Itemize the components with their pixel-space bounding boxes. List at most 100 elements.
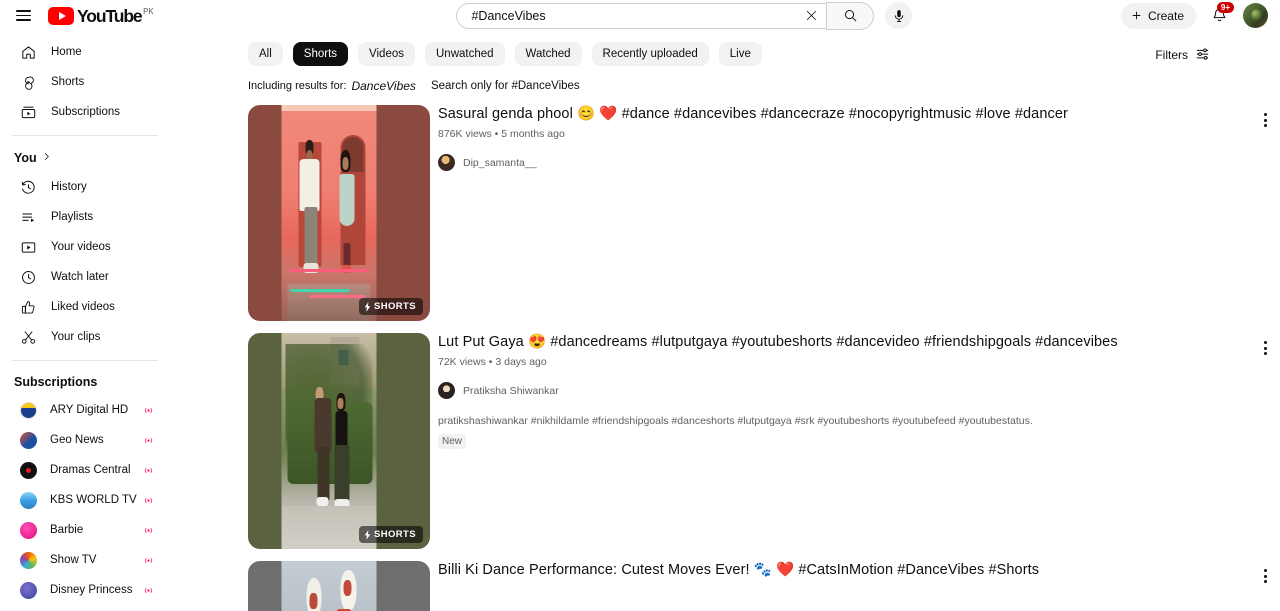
video-thumbnail[interactable] bbox=[248, 561, 430, 611]
home-icon bbox=[20, 44, 42, 61]
video-metadata: Sasural genda phool 😊 ❤️ #dance #dancevi… bbox=[430, 105, 1280, 321]
kebab-menu-icon[interactable] bbox=[1250, 105, 1280, 135]
channel-avatar bbox=[20, 401, 37, 419]
live-broadcast-icon bbox=[143, 585, 154, 596]
sidebar-item-history[interactable]: History bbox=[6, 172, 164, 202]
sidebar-item-shorts[interactable]: Shorts bbox=[6, 67, 164, 97]
sidebar-channel-ary-digital-hd[interactable]: ARY Digital HD bbox=[6, 395, 164, 425]
video-metadata: Lut Put Gaya 😍 #dancedreams #lutputgaya … bbox=[430, 333, 1280, 549]
search-result-item: Billi Ki Dance Performance: Cutest Moves… bbox=[248, 561, 1280, 611]
sidebar-item-your-videos[interactable]: Your videos bbox=[6, 232, 164, 262]
masthead: YouTube PK #DanceVibes Create 9+ bbox=[0, 0, 1280, 31]
shorts-badge: SHORTS bbox=[359, 298, 423, 315]
shorts-bolt-icon bbox=[364, 301, 371, 312]
video-title[interactable]: Sasural genda phool 😊 ❤️ #dance #dancevi… bbox=[438, 105, 1244, 124]
search-box[interactable] bbox=[456, 2, 827, 29]
subscriptions-icon bbox=[20, 104, 42, 121]
sidebar-channel-barbie[interactable]: Barbie bbox=[6, 515, 164, 545]
channel-name: Dip_samanta__ bbox=[463, 156, 537, 169]
sidebar-channel-show-tv[interactable]: Show TV bbox=[6, 545, 164, 575]
play-triangle-icon bbox=[48, 6, 74, 25]
sidebar-item-liked-videos[interactable]: Liked videos bbox=[6, 292, 164, 322]
video-title[interactable]: Lut Put Gaya 😍 #dancedreams #lutputgaya … bbox=[438, 333, 1244, 352]
kebab-menu-icon[interactable] bbox=[1250, 561, 1280, 591]
shorts-bolt-icon bbox=[364, 529, 371, 540]
chip-recently-uploaded[interactable]: Recently uploaded bbox=[591, 42, 709, 66]
filters-button[interactable]: Filters bbox=[1155, 43, 1210, 67]
playlists-icon bbox=[20, 209, 42, 226]
kebab-menu-icon[interactable] bbox=[1250, 333, 1280, 363]
search-submit-button[interactable] bbox=[826, 1, 875, 30]
sidebar-channel-disney-princess[interactable]: Disney Princess bbox=[6, 575, 164, 605]
clock-icon bbox=[20, 269, 42, 286]
chevron-right-icon bbox=[41, 151, 52, 165]
sidebar-channel-dramas-central[interactable]: Dramas Central bbox=[6, 455, 164, 485]
shorts-badge-label: SHORTS bbox=[374, 529, 416, 540]
chip-shorts[interactable]: Shorts bbox=[292, 42, 349, 66]
filter-sliders-icon bbox=[1195, 46, 1210, 64]
new-badge: New bbox=[438, 434, 467, 449]
search-only-for-link[interactable]: Search only for #DanceVibes bbox=[431, 80, 580, 92]
channel-name: Show TV bbox=[50, 554, 97, 566]
masthead-left: YouTube PK bbox=[0, 1, 248, 31]
live-broadcast-icon bbox=[143, 555, 154, 566]
shorts-badge: SHORTS bbox=[359, 526, 423, 543]
thumbs-up-icon bbox=[20, 299, 42, 316]
sidebar-item-label: Subscriptions bbox=[51, 106, 121, 118]
sidebar-item-label: Your videos bbox=[51, 241, 111, 253]
notification-count-badge: 9+ bbox=[1216, 2, 1234, 13]
sidebar-divider-2 bbox=[12, 360, 158, 361]
create-button[interactable]: Create bbox=[1120, 2, 1196, 29]
sidebar-item-watch-later[interactable]: Watch later bbox=[6, 262, 164, 292]
voice-search-button[interactable] bbox=[885, 2, 913, 29]
sidebar[interactable]: Home Shorts Subscriptions You History Pl… bbox=[0, 31, 170, 611]
channel-avatar bbox=[438, 154, 455, 171]
close-icon[interactable] bbox=[800, 5, 822, 27]
video-title[interactable]: Billi Ki Dance Performance: Cutest Moves… bbox=[438, 561, 1244, 580]
chip-live[interactable]: Live bbox=[718, 42, 762, 66]
chip-watched[interactable]: Watched bbox=[514, 42, 582, 66]
correction-prefix: Including results for: bbox=[248, 80, 347, 92]
masthead-right: Create 9+ bbox=[1120, 2, 1280, 29]
search-bar bbox=[456, 1, 875, 30]
sidebar-channel-kbs-world-tv[interactable]: KBS WORLD TV bbox=[6, 485, 164, 515]
youtube-logo[interactable]: YouTube PK bbox=[48, 5, 154, 26]
chip-videos[interactable]: Videos bbox=[358, 42, 415, 66]
channel-name: Pratiksha Shiwankar bbox=[463, 384, 559, 397]
channel-row[interactable]: Pratiksha Shiwankar bbox=[438, 382, 1244, 399]
channel-row[interactable]: Dip_samanta__ bbox=[438, 154, 1244, 171]
shorts-badge-label: SHORTS bbox=[374, 301, 416, 312]
masthead-center bbox=[248, 1, 1121, 30]
chip-all[interactable]: All bbox=[248, 42, 283, 66]
sidebar-item-label: Home bbox=[51, 46, 82, 58]
video-description: pratikshashiwankar #nikhildamle #friends… bbox=[438, 415, 1033, 427]
sidebar-item-your-clips[interactable]: Your clips bbox=[6, 322, 164, 352]
filter-chip-bar: All Shorts Videos Unwatched Watched Rece… bbox=[170, 31, 1280, 75]
sidebar-item-subscriptions[interactable]: Subscriptions bbox=[6, 97, 164, 127]
video-thumbnail[interactable]: SHORTS bbox=[248, 333, 430, 549]
avatar[interactable] bbox=[1243, 3, 1268, 28]
sidebar-section-subscriptions-title: Subscriptions bbox=[14, 375, 98, 389]
search-result-item: SHORTS Sasural genda phool 😊 ❤️ #dance #… bbox=[248, 105, 1280, 321]
sidebar-item-home[interactable]: Home bbox=[6, 37, 164, 67]
channel-name: KBS WORLD TV bbox=[50, 494, 137, 506]
plus-icon bbox=[1132, 11, 1141, 20]
live-broadcast-icon bbox=[143, 405, 154, 416]
channel-avatar bbox=[438, 382, 455, 399]
sidebar-channel-geo-news[interactable]: Geo News bbox=[6, 425, 164, 455]
sidebar-item-label: Liked videos bbox=[51, 301, 115, 313]
sidebar-section-you[interactable]: You bbox=[0, 144, 170, 172]
notifications-button[interactable]: 9+ bbox=[1206, 2, 1234, 29]
search-results-list: SHORTS Sasural genda phool 😊 ❤️ #dance #… bbox=[170, 97, 1280, 611]
close-glyph bbox=[806, 10, 817, 21]
sidebar-item-playlists[interactable]: Playlists bbox=[6, 202, 164, 232]
logo-country-code: PK bbox=[143, 6, 154, 16]
search-input[interactable] bbox=[471, 8, 801, 23]
chip-unwatched[interactable]: Unwatched bbox=[425, 42, 505, 66]
video-thumbnail[interactable]: SHORTS bbox=[248, 105, 430, 321]
search-icon bbox=[845, 10, 857, 22]
logo-text: YouTube bbox=[77, 5, 143, 26]
thumbnail-image bbox=[281, 561, 377, 611]
hamburger-icon[interactable] bbox=[8, 1, 38, 31]
scissors-icon bbox=[20, 329, 42, 346]
